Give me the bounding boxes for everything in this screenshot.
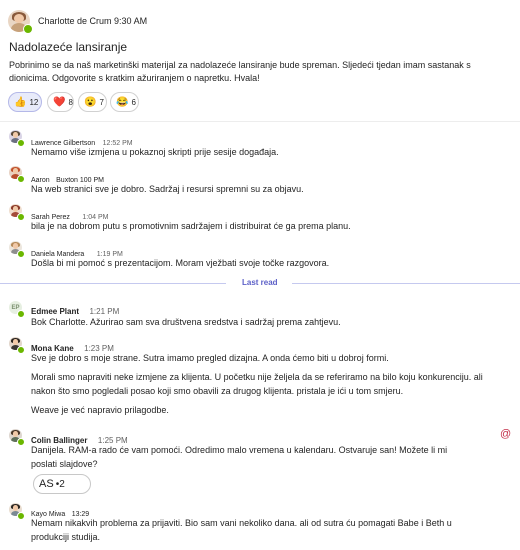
attachment-extra: •2 <box>55 478 65 490</box>
presence-icon <box>17 310 25 318</box>
laughing-face-icon: 😂 <box>116 96 129 108</box>
presence-icon <box>17 139 25 147</box>
presence-icon <box>23 24 33 34</box>
surprised-face-icon: 😮 <box>84 96 97 108</box>
reaction-count: 7 <box>99 97 104 107</box>
post-time: 9:30 AM <box>114 16 148 26</box>
presence-icon <box>17 512 25 520</box>
reaction-laughing[interactable]: 😂 6 <box>110 92 139 112</box>
presence-icon <box>17 346 25 354</box>
post-body: Pobrinimo se da naš marketinški materija… <box>9 60 471 83</box>
reply-text: Došla bi mi pomoć s prezentacijom. Moram… <box>31 258 330 268</box>
message-text: Morali smo napraviti neke izmjene za kli… <box>31 372 483 396</box>
reaction-heart[interactable]: ❤️ 8 <box>47 92 74 112</box>
presence-icon <box>17 250 25 258</box>
post-header: Charlotte de Crum 9:30 AM <box>38 16 147 26</box>
post-title: Nadolazeće lansiranje <box>9 40 128 54</box>
message-text: Sve je dobro s moje strane. Sutra imamo … <box>31 353 389 363</box>
divider <box>0 121 520 122</box>
reply-text: Na web stranici sve je dobro. Sadržaj i … <box>31 184 304 194</box>
reply-text: Nemamo više izmjena u pokaznoj skripti p… <box>31 147 279 157</box>
presence-icon <box>17 438 25 446</box>
last-read-line <box>0 283 226 284</box>
reaction-surprised[interactable]: 😮 7 <box>78 92 107 112</box>
last-read-line <box>292 283 520 284</box>
message-text: Bok Charlotte. Ažurirao sam sva društven… <box>31 317 341 327</box>
last-read-label: Last read <box>242 278 278 287</box>
attachment-pill[interactable]: AS •2 <box>33 474 91 494</box>
reaction-count: 6 <box>131 97 136 107</box>
message-text: Nemam nikakvih problema za prijaviti. Bi… <box>31 518 452 542</box>
presence-icon <box>17 213 25 221</box>
reaction-count: 8 <box>68 97 73 107</box>
message-text: Danijela. RAM-a rado će vam pomoći. Odre… <box>31 445 448 469</box>
reaction-thumbs-up[interactable]: 👍 12 <box>8 92 42 112</box>
presence-icon <box>17 175 25 183</box>
reply-text: bila je na dobrom putu s promotivnim sad… <box>31 221 351 231</box>
reaction-count: 12 <box>29 97 39 107</box>
post-author[interactable]: Charlotte de Crum <box>38 16 112 26</box>
message-text: Weave je već napravio prilagodbe. <box>31 405 169 415</box>
mention-icon: @ <box>500 428 512 440</box>
heart-icon: ❤️ <box>53 96 66 108</box>
attachment-label: AS <box>39 478 54 490</box>
thumbs-up-icon: 👍 <box>14 96 27 108</box>
